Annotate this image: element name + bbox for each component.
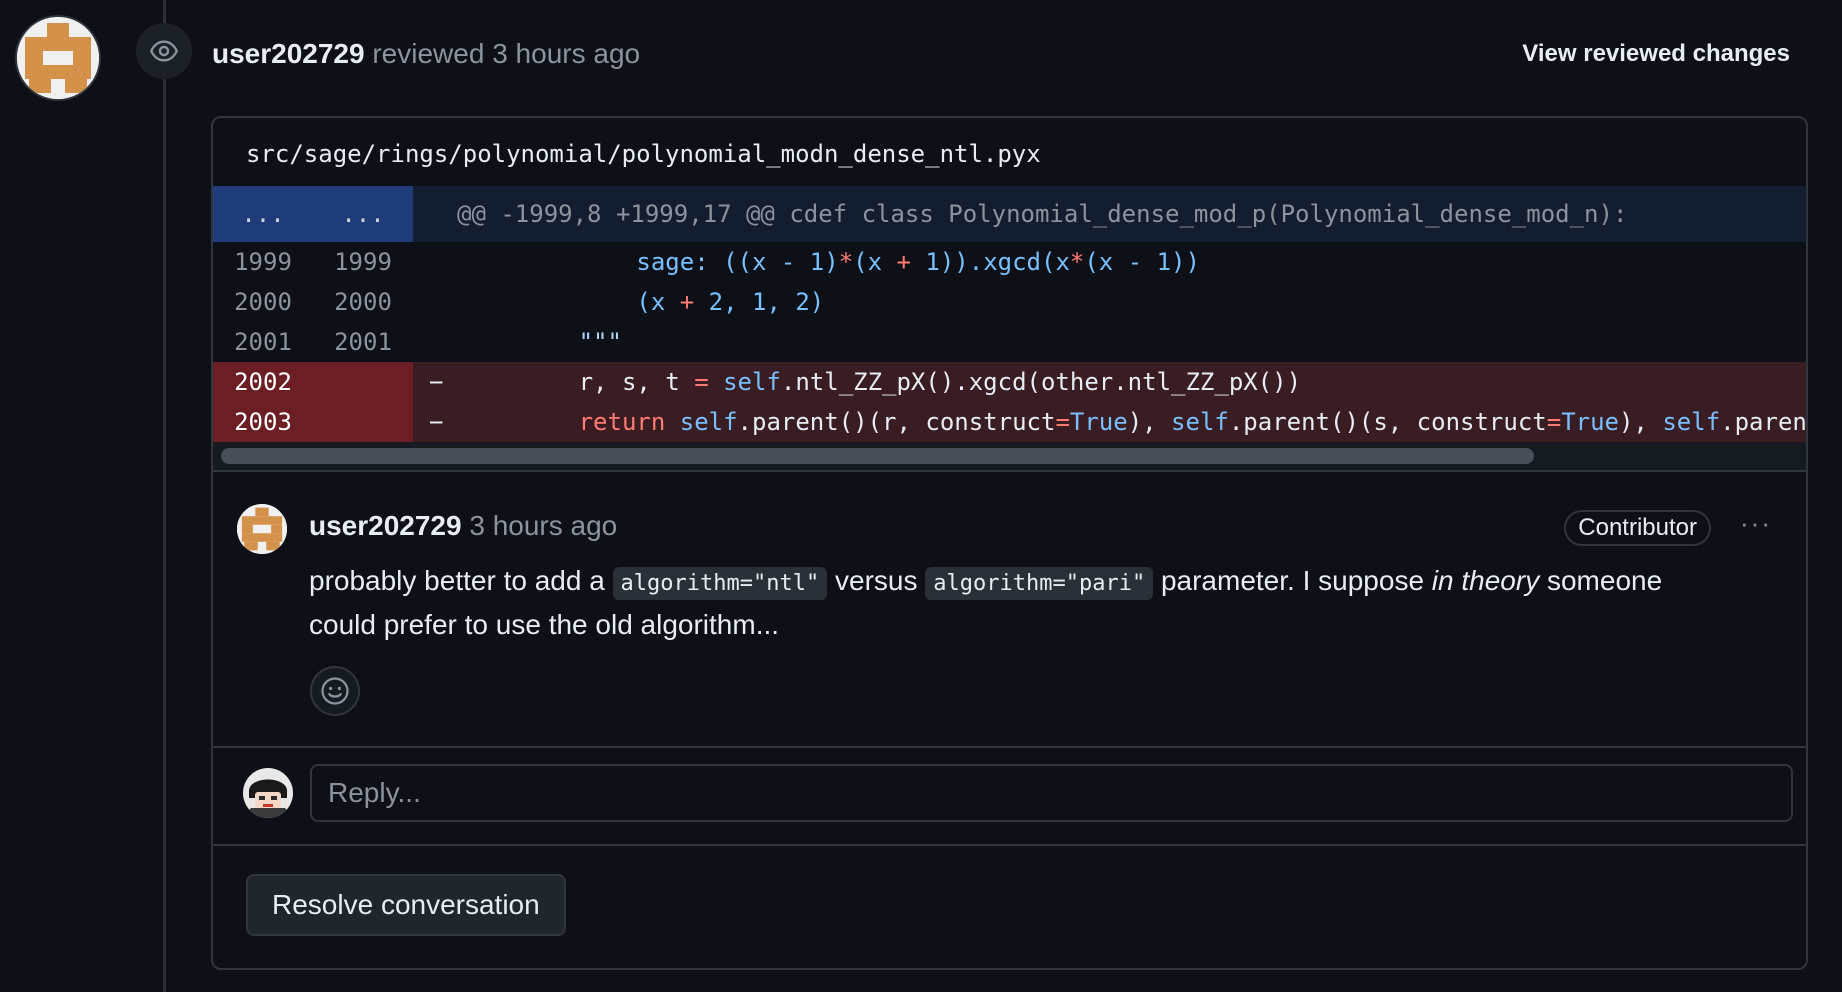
old-line-number[interactable]: 1999 (213, 248, 313, 276)
diff-line-deleted: 2002 − r, s, t = self.ntl_ZZ_pX().xgcd(o… (213, 362, 1806, 402)
new-line-number[interactable]: 2001 (313, 328, 413, 356)
reply-row (213, 748, 1806, 846)
new-line-number[interactable]: 2000 (313, 288, 413, 316)
diff-sign: − (429, 408, 444, 436)
reply-input[interactable] (310, 764, 1793, 822)
code-line: r, s, t = self.ntl_ZZ_pX().xgcd(other.nt… (463, 368, 1302, 396)
user-avatar-icon (243, 768, 293, 818)
diff-line: 2000 2000 (x + 2, 1, 2) (213, 282, 1806, 322)
add-reaction-button[interactable] (310, 666, 360, 716)
scrollbar-thumb[interactable] (221, 448, 1534, 464)
diff-line: 1999 1999 sage: ((x - 1)*(x + 1)).xgcd(x… (213, 242, 1806, 282)
code-line: (x + 2, 1, 2) (636, 288, 825, 316)
file-path[interactable]: src/sage/rings/polynomial/polynomial_mod… (213, 118, 1806, 186)
resolve-conversation-button[interactable]: Resolve conversation (246, 874, 566, 936)
new-line-number[interactable]: 1999 (313, 248, 413, 276)
eye-icon (150, 40, 178, 62)
review-time[interactable]: 3 hours ago (492, 38, 640, 69)
diff-table: ... ... @@ -1999,8 +1999,17 @@ cdef clas… (213, 186, 1806, 472)
inline-code: algorithm="pari" (925, 567, 1154, 600)
timeline-line (163, 0, 166, 992)
old-line-number[interactable]: 2001 (213, 328, 313, 356)
review-thread: src/sage/rings/polynomial/polynomial_mod… (211, 116, 1808, 970)
contributor-badge: Contributor (1564, 510, 1711, 546)
diff-line-deleted: 2003 − return self.parent()(r, construct… (213, 402, 1806, 442)
old-line-number[interactable]: 2000 (213, 288, 313, 316)
review-comment: user202729 3 hours ago Contributor ··· p… (213, 472, 1806, 748)
view-reviewed-changes-link[interactable]: View reviewed changes (1522, 40, 1790, 68)
diff-sign: − (429, 368, 444, 396)
expand-down-button[interactable]: ... (313, 186, 413, 242)
reviewer-avatar[interactable] (17, 17, 99, 99)
hunk-header-row: ... ... @@ -1999,8 +1999,17 @@ cdef clas… (213, 186, 1806, 242)
old-line-number[interactable]: 2003 (213, 402, 313, 442)
expand-up-button[interactable]: ... (213, 186, 313, 242)
current-user-avatar[interactable] (243, 768, 293, 818)
commenter-username[interactable]: user202729 (309, 510, 462, 541)
code-line: """ (578, 328, 622, 356)
new-line-number[interactable] (313, 402, 413, 442)
commenter-avatar[interactable] (237, 504, 287, 554)
code-line: sage: ((x - 1)*(x + 1)).xgcd(x*(x - 1)) (636, 248, 1200, 276)
horizontal-scrollbar[interactable] (213, 442, 1806, 472)
review-eye-badge (136, 23, 192, 79)
review-header: user202729 reviewed 3 hours ago (212, 38, 640, 70)
diff-line: 2001 2001 """ (213, 322, 1806, 362)
identicon-icon (237, 504, 287, 554)
identicon-icon (17, 17, 99, 99)
reviewer-username[interactable]: user202729 (212, 38, 365, 69)
hunk-header-text: @@ -1999,8 +1999,17 @@ cdef class Polyno… (457, 200, 1628, 228)
review-action: reviewed (372, 38, 485, 69)
inline-code: algorithm="ntl" (612, 567, 828, 600)
comment-options-button[interactable]: ··· (1740, 508, 1772, 539)
old-line-number[interactable]: 2002 (213, 362, 313, 402)
code-line: return self.parent()(r, construct=True),… (578, 408, 1806, 436)
comment-time[interactable]: 3 hours ago (469, 510, 617, 541)
smiley-icon (321, 677, 349, 705)
comment-header: user202729 3 hours ago (309, 510, 617, 542)
new-line-number[interactable] (313, 362, 413, 402)
comment-body: probably better to add a algorithm="ntl"… (309, 565, 1663, 640)
